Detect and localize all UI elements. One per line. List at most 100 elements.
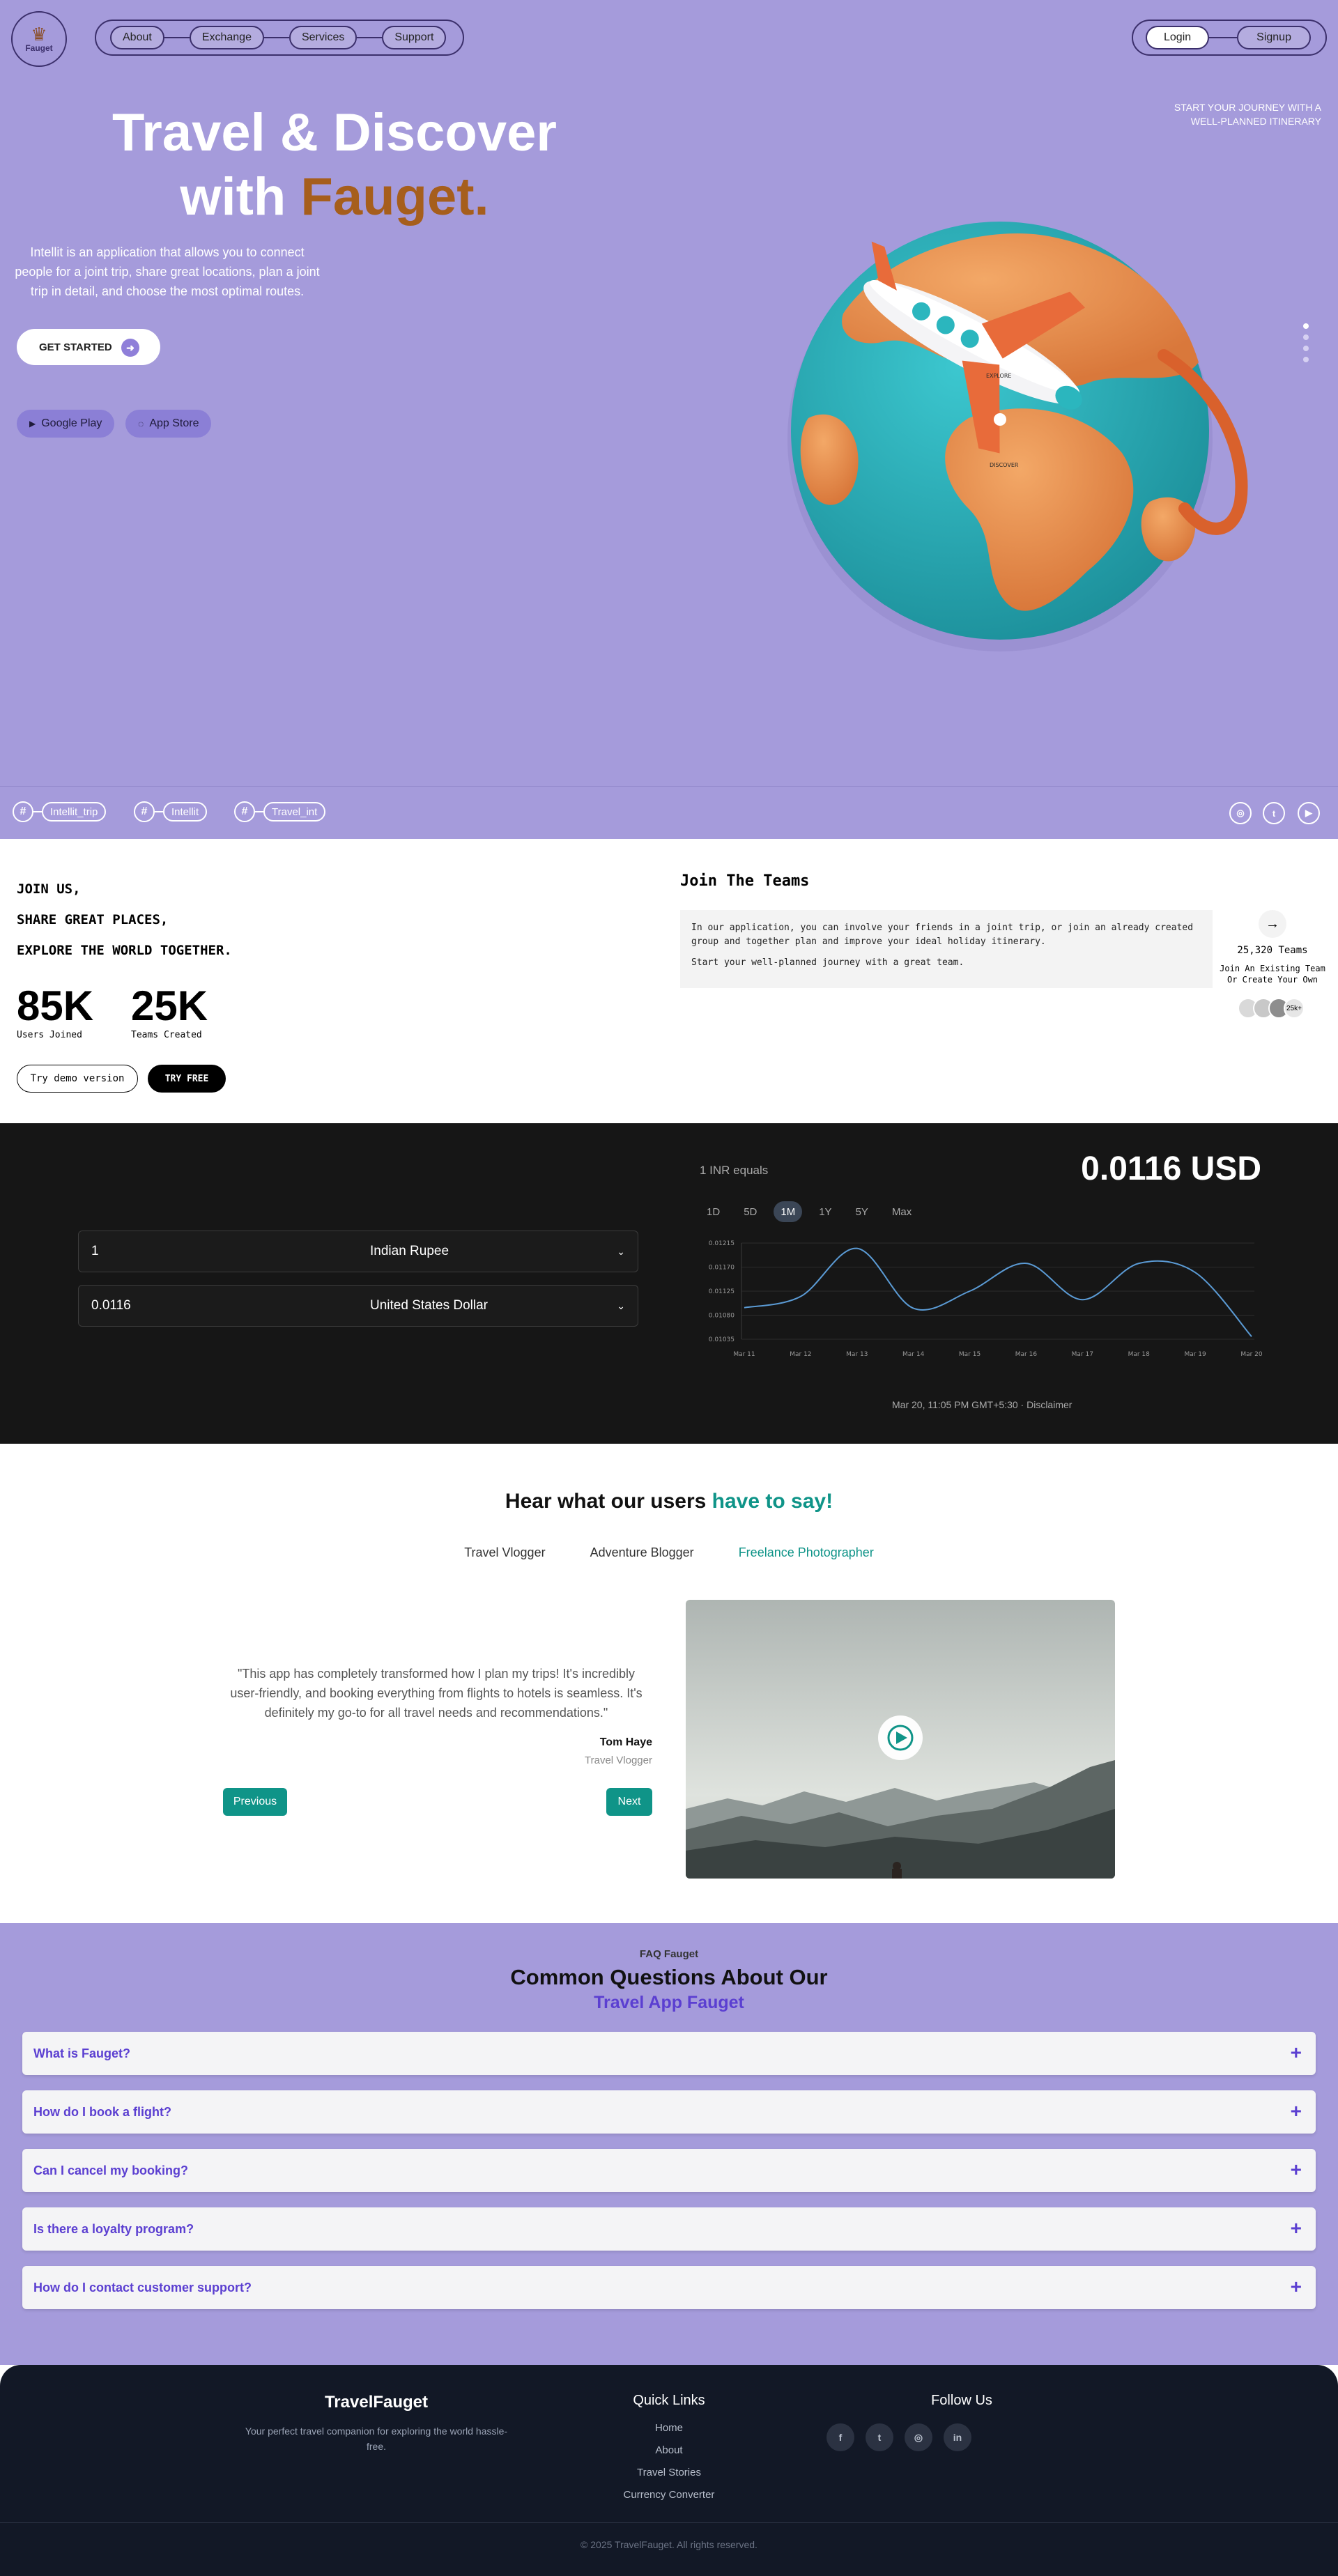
stat-users: 85K Users Joined	[17, 982, 94, 1041]
google-play-button[interactable]: ▶ Google Play	[17, 410, 115, 438]
instagram-icon[interactable]: ◎	[905, 2423, 932, 2451]
hash-connector	[255, 811, 263, 812]
next-button[interactable]: Next	[606, 1788, 652, 1816]
y-tick-label: 0.01125	[709, 1288, 735, 1295]
footer-link-home[interactable]: Home	[599, 2422, 739, 2434]
globe-airplane-image: EXPLORE DISCOVER	[787, 222, 1248, 651]
x-tick-label: Mar 11	[733, 1351, 755, 1358]
faq-item[interactable]: Is there a loyalty program? +	[22, 2207, 1316, 2251]
y-tick-label: 0.01215	[709, 1240, 735, 1247]
hash-connector	[33, 811, 42, 812]
faq-item[interactable]: How do I book a flight? +	[22, 2090, 1316, 2134]
twitter-icon[interactable]: t	[1263, 802, 1285, 824]
range-1d[interactable]: 1D	[700, 1201, 727, 1222]
footer-tagline: Your perfect travel companion for explor…	[245, 2425, 508, 2452]
teams-paragraph: Start your well-planned journey with a g…	[691, 957, 964, 968]
faq-item[interactable]: How do I contact customer support? +	[22, 2266, 1316, 2309]
login-button[interactable]: Login	[1146, 26, 1210, 49]
tab-adventure-blogger[interactable]: Adventure Blogger	[590, 1545, 694, 1560]
signup-button[interactable]: Signup	[1237, 26, 1311, 49]
google-play-label: Google Play	[41, 417, 102, 429]
nav-services[interactable]: Services	[289, 26, 357, 49]
range-1m[interactable]: 1M	[774, 1201, 803, 1222]
globe-label-explore: EXPLORE	[986, 373, 1011, 379]
range-5d[interactable]: 5D	[737, 1201, 764, 1222]
y-tick-label: 0.01035	[709, 1336, 735, 1343]
nav-support[interactable]: Support	[382, 26, 447, 49]
linkedin-icon[interactable]: in	[944, 2423, 971, 2451]
globe-label-discover: DISCOVER	[990, 462, 1019, 468]
join-slogan: JOIN US, SHARE GREAT PLACES, EXPLORE THE…	[17, 874, 232, 966]
hashtag-chip[interactable]: # Travel_int	[234, 801, 326, 823]
range-1y[interactable]: 1Y	[812, 1201, 838, 1222]
faq-item[interactable]: What is Fauget? +	[22, 2032, 1316, 2075]
hash-icon: #	[134, 801, 155, 822]
brand-logo[interactable]: ♛ Fauget	[11, 11, 67, 67]
hash-icon: #	[234, 801, 255, 822]
app-store-button[interactable]: ◌ App Store	[125, 410, 212, 438]
youtube-icon[interactable]: ▶	[1298, 802, 1320, 824]
follow-us-title: Follow Us	[931, 2393, 992, 2408]
hashtag-chip[interactable]: # Intellit	[134, 801, 208, 823]
testimonials-section: Hear what our users have to say! Travel …	[0, 1444, 1338, 1923]
facebook-icon[interactable]: f	[826, 2423, 854, 2451]
testimonials-title-accent: have to say!	[712, 1490, 833, 1513]
hash-icon: #	[13, 801, 33, 822]
slide-dot[interactable]	[1303, 346, 1309, 351]
from-currency: Indian Rupee	[370, 1244, 449, 1258]
y-tick-label: 0.01080	[709, 1313, 735, 1320]
site-footer: TravelFauget Your perfect travel compani…	[0, 2365, 1338, 2576]
from-currency-select[interactable]: 1 Indian Rupee ⌄	[78, 1231, 638, 1272]
nav-about[interactable]: About	[110, 26, 164, 49]
twitter-icon[interactable]: t	[866, 2423, 893, 2451]
slide-indicators	[1303, 323, 1309, 362]
testimonial-role: Travel Vlogger	[585, 1754, 652, 1766]
footer-link-about[interactable]: About	[599, 2444, 739, 2456]
copyright: © 2025 TravelFauget. All rights reserved…	[580, 2539, 758, 2550]
nav-exchange[interactable]: Exchange	[189, 26, 264, 49]
try-free-button[interactable]: TRY FREE	[148, 1065, 226, 1093]
slide-dot[interactable]	[1303, 357, 1309, 362]
plus-icon: +	[1290, 2100, 1302, 2122]
plus-icon: +	[1290, 2217, 1302, 2239]
slide-dot[interactable]	[1303, 334, 1309, 340]
quick-links-title: Quick Links	[633, 2393, 705, 2408]
range-max[interactable]: Max	[885, 1201, 918, 1222]
x-tick-label: Mar 17	[1072, 1351, 1093, 1358]
tab-freelance-photographer[interactable]: Freelance Photographer	[739, 1545, 874, 1560]
exchange-result: 0.0116 USD	[1081, 1150, 1261, 1187]
avatar-more: 25k+	[1284, 998, 1305, 1019]
x-tick-label: Mar 20	[1240, 1351, 1263, 1358]
range-tabs: 1D 5D 1M 1Y 5Y Max	[700, 1201, 918, 1222]
rate-series-line	[744, 1247, 1252, 1337]
faq-title: Common Questions About Our	[510, 1965, 828, 1989]
slide-dot[interactable]	[1303, 323, 1309, 329]
main-nav: About Exchange Services Support	[95, 20, 464, 56]
faq-question: How do I contact customer support?	[33, 2280, 252, 2295]
plus-icon: +	[1290, 2276, 1302, 2297]
testimonial-video[interactable]	[686, 1600, 1115, 1879]
testimonials-title: Hear what our users have to say!	[0, 1490, 1338, 1513]
crown-icon: ♛	[31, 24, 47, 45]
footer-link-currency-converter[interactable]: Currency Converter	[599, 2489, 739, 2501]
arrow-right-icon[interactable]: →	[1259, 910, 1286, 938]
hashtag-bar: # Intellit_trip # Intellit # Travel_int …	[0, 786, 1338, 839]
hero-description: Intellit is an application that allows y…	[15, 245, 320, 298]
arrow-right-icon: ➜	[121, 339, 139, 357]
to-currency-select[interactable]: 0.0116 United States Dollar ⌄	[78, 1285, 638, 1327]
try-demo-button[interactable]: Try demo version	[17, 1065, 138, 1093]
tab-travel-vlogger[interactable]: Travel Vlogger	[464, 1545, 545, 1560]
stat-number: 85K	[17, 982, 94, 1029]
testimonial-author: Tom Haye	[599, 1736, 652, 1748]
hashtag-chip[interactable]: # Intellit_trip	[13, 801, 107, 823]
footer-link-travel-stories[interactable]: Travel Stories	[599, 2467, 739, 2478]
x-tick-label: Mar 12	[790, 1351, 811, 1358]
range-5y[interactable]: 5Y	[849, 1201, 875, 1222]
hero-title-brand: Fauget.	[300, 167, 489, 226]
hashtag-text: Travel_int	[263, 802, 326, 822]
faq-item[interactable]: Can I cancel my booking? +	[22, 2149, 1316, 2192]
get-started-button[interactable]: GET STARTED ➜	[17, 329, 160, 365]
instagram-icon[interactable]: ◎	[1229, 802, 1252, 824]
previous-button[interactable]: Previous	[223, 1788, 287, 1816]
faq-question: How do I book a flight?	[33, 2104, 171, 2119]
